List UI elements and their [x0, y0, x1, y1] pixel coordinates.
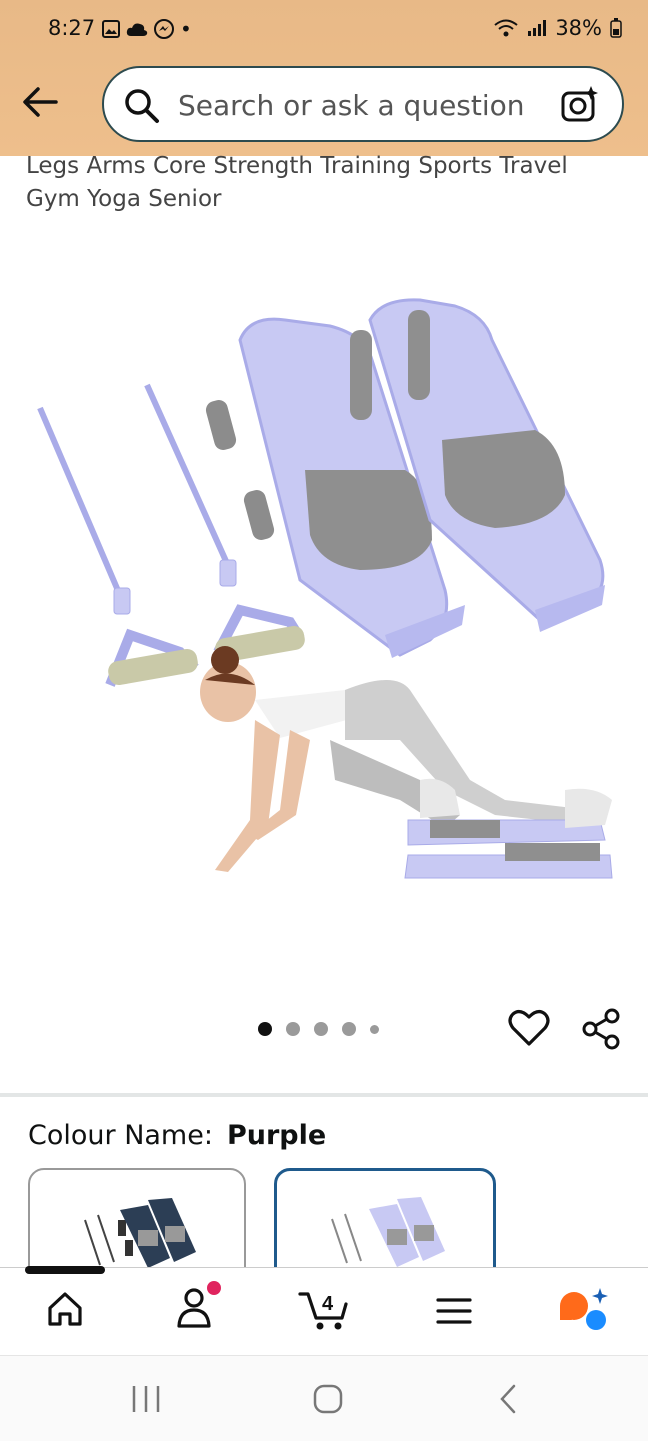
back-arrow-icon[interactable] — [20, 82, 60, 122]
product-image[interactable] — [0, 260, 648, 940]
system-back-icon[interactable] — [496, 1383, 520, 1415]
carousel-dot[interactable] — [258, 1022, 272, 1036]
carousel-dots[interactable] — [258, 1022, 379, 1036]
carousel-dot[interactable] — [286, 1022, 300, 1036]
messenger-icon — [154, 19, 174, 39]
colour-value: Purple — [226, 1120, 327, 1151]
status-bar: 8:27 • 38% — [0, 0, 648, 58]
cloud-icon — [126, 23, 148, 36]
cart-count: 4 — [322, 1293, 334, 1315]
carousel-dot[interactable] — [370, 1024, 379, 1034]
search-placeholder: Search or ask a question — [178, 89, 525, 122]
home-button-icon[interactable] — [312, 1383, 344, 1415]
account-icon[interactable] — [174, 1280, 226, 1332]
battery-icon — [610, 18, 622, 38]
system-navigation-bar — [0, 1355, 648, 1441]
search-icon — [125, 89, 159, 123]
heart-icon[interactable] — [508, 1008, 550, 1048]
status-time: 8:27 — [48, 16, 96, 40]
status-right: 38% — [493, 16, 622, 40]
recent-apps-icon[interactable] — [130, 1384, 162, 1414]
camera-icon[interactable] — [560, 84, 600, 124]
status-notification-icons: • — [102, 17, 192, 41]
cart-icon[interactable]: 4 — [298, 1286, 350, 1332]
search-bar[interactable]: Search or ask a question — [102, 66, 624, 142]
colour-name-row: Colour Name: Purple — [28, 1120, 326, 1151]
home-icon[interactable] — [46, 1290, 84, 1330]
active-tab-indicator — [25, 1266, 105, 1274]
signal-icon — [528, 20, 547, 36]
colour-label: Colour Name: — [28, 1120, 213, 1151]
menu-icon[interactable] — [436, 1296, 472, 1326]
share-icon[interactable] — [580, 1008, 622, 1050]
battery-percent: 38% — [555, 16, 602, 40]
product-title: Legs Arms Core Strength Training Sports … — [26, 153, 568, 212]
rufus-icon[interactable] — [556, 1286, 612, 1334]
carousel-dot[interactable] — [342, 1022, 356, 1036]
section-divider — [0, 1093, 648, 1097]
wifi-icon — [494, 19, 518, 37]
carousel-dot[interactable] — [314, 1022, 328, 1036]
gallery-icon — [102, 20, 120, 38]
